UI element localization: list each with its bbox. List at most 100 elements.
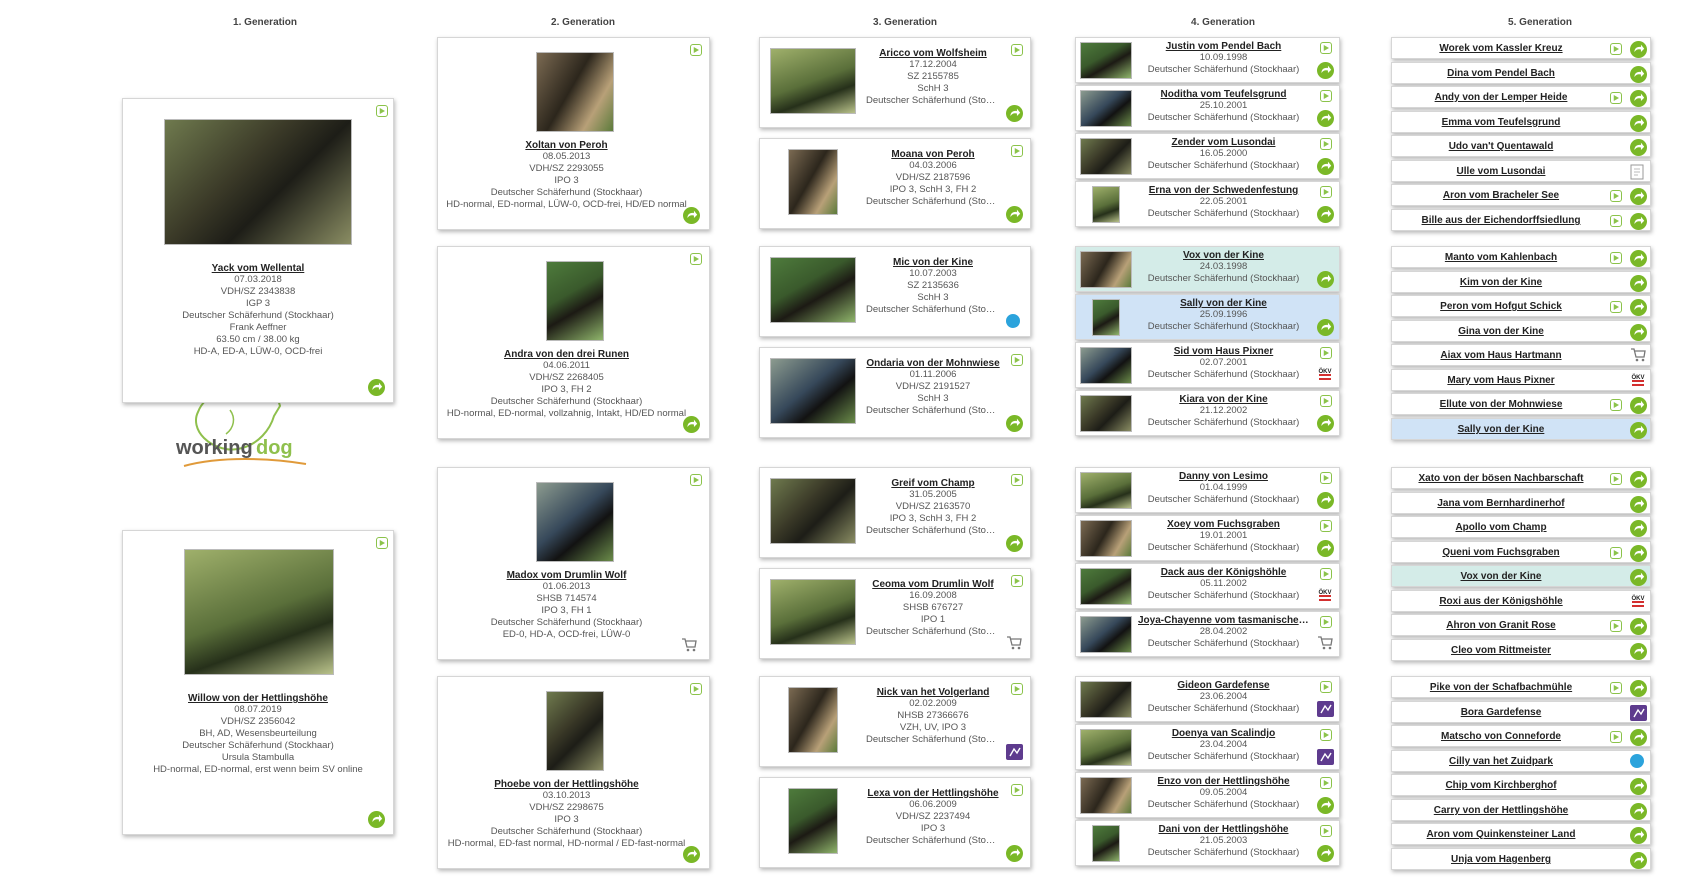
breeder-badge-icon[interactable] [1006, 744, 1023, 760]
dog-name-link[interactable]: Gideon Gardefense [1138, 680, 1309, 691]
dog-row-gen5[interactable]: Jana vom Bernhardinerhof [1391, 492, 1651, 514]
dog-photo[interactable] [545, 691, 604, 771]
more-details-icon[interactable] [1630, 139, 1647, 156]
dog-row-gen5[interactable]: Unja vom Hagenberg [1391, 848, 1651, 870]
more-details-icon[interactable] [1317, 415, 1334, 432]
dog-card-gen2[interactable]: Xoltan von Peroh 08.05.2013 VDH/SZ 2293055… [437, 37, 710, 230]
dog-row-gen5[interactable]: Chip vom Kirchberghof [1391, 774, 1651, 796]
dog-name-link[interactable]: Matscho von Conneforde [1402, 731, 1600, 742]
dog-photo[interactable] [1080, 681, 1132, 718]
dog-row-gen5[interactable]: Worek vom Kassler Kreuz [1391, 37, 1651, 59]
more-details-icon[interactable] [683, 416, 700, 433]
video-play-icon[interactable] [1320, 825, 1332, 837]
video-play-icon[interactable] [1320, 90, 1332, 102]
more-details-icon[interactable] [1630, 618, 1647, 635]
video-play-icon[interactable] [1011, 683, 1023, 695]
club-badge-icon[interactable] [1630, 754, 1644, 768]
dog-photo[interactable] [535, 482, 614, 562]
more-details-icon[interactable] [1317, 206, 1334, 223]
dog-name-link[interactable]: Noditha vom Teufelsgrund [1138, 89, 1309, 100]
dog-card-gen3[interactable]: Nick van het Volgerland 02.02.2009 NHSB 27… [759, 676, 1031, 767]
dog-name-link[interactable]: Ellute von der Mohnwiese [1402, 399, 1600, 410]
dog-name-link[interactable]: Vox von der Kine [1138, 250, 1309, 261]
dog-name-link[interactable]: Erna von der Schwedenfestung [1138, 185, 1309, 196]
dog-row-gen5[interactable]: Emma vom Teufelsgrund [1391, 111, 1651, 133]
document-icon[interactable] [1630, 164, 1644, 180]
more-details-icon[interactable] [1630, 90, 1647, 107]
dog-card-gen4[interactable]: Xoey vom Fuchsgraben 19.01.2001 Deutscher … [1075, 515, 1340, 561]
dog-card-gen4[interactable]: Sid vom Haus Pixner 02.07.2001 Deutscher S… [1075, 342, 1340, 388]
okv-badge-icon[interactable]: ÖKV [1317, 367, 1333, 381]
dog-name-link[interactable]: Emma vom Teufelsgrund [1402, 117, 1600, 128]
more-details-icon[interactable] [1630, 422, 1647, 439]
dog-photo[interactable] [1080, 472, 1132, 509]
more-details-icon[interactable] [1006, 415, 1023, 432]
dog-card-gen4[interactable]: Kiara von der Kine 21.12.2002 Deutscher Sc… [1075, 390, 1340, 436]
dog-name-link[interactable]: Kiara von der Kine [1138, 394, 1309, 405]
dog-name-link[interactable]: Udo van't Quentawald [1402, 141, 1600, 152]
dog-row-gen5[interactable]: Kim von der Kine [1391, 271, 1651, 293]
more-details-icon[interactable] [1630, 827, 1647, 844]
more-details-icon[interactable] [1630, 188, 1647, 205]
more-details-icon[interactable] [1630, 299, 1647, 316]
more-details-icon[interactable] [1630, 643, 1647, 660]
dog-name-link[interactable]: Enzo von der Hettlingshöhe [1138, 776, 1309, 787]
dog-card-gen4[interactable]: Doenya van Scalindjo 23.04.2004 Deutscher … [1075, 724, 1340, 770]
dog-row-gen5[interactable]: Apollo vom Champ [1391, 516, 1651, 538]
video-play-icon[interactable] [376, 537, 388, 549]
more-details-icon[interactable] [1317, 271, 1334, 288]
dog-name-link[interactable]: Dani von der Hettlingshöhe [1138, 824, 1309, 835]
video-play-icon[interactable] [1610, 620, 1622, 632]
dog-card-gen3[interactable]: Moana von Peroh 04.03.2006 VDH/SZ 2187596 I… [759, 138, 1031, 229]
more-details-icon[interactable] [368, 811, 385, 828]
dog-card-gen4[interactable]: Enzo von der Hettlingshöhe 09.05.2004 Deut… [1075, 772, 1340, 818]
dog-photo[interactable] [770, 257, 856, 323]
video-play-icon[interactable] [1320, 681, 1332, 693]
breeder-badge-icon[interactable] [1317, 749, 1334, 765]
dog-photo[interactable] [788, 687, 838, 753]
dog-name-link[interactable]: Gina von der Kine [1402, 326, 1600, 337]
dog-name-link[interactable]: Xoey vom Fuchsgraben [1138, 519, 1309, 530]
more-details-icon[interactable] [1630, 496, 1647, 513]
dog-name-link[interactable]: Sid vom Haus Pixner [1138, 346, 1309, 357]
shop-cart-icon[interactable] [681, 638, 697, 652]
video-play-icon[interactable] [1320, 777, 1332, 789]
more-details-icon[interactable] [1317, 158, 1334, 175]
dog-row-gen5[interactable]: Sally von der Kine [1391, 418, 1651, 440]
dog-row-gen5[interactable]: Matscho von Conneforde [1391, 725, 1651, 747]
dog-name-link[interactable]: Ulle vom Lusondai [1402, 166, 1600, 177]
dog-card-gen3[interactable]: Lexa von der Hettlingshöhe 06.06.2009 VDH/… [759, 777, 1031, 868]
video-play-icon[interactable] [1610, 252, 1622, 264]
dog-row-gen5[interactable]: Udo van't Quentawald [1391, 135, 1651, 157]
dog-name-link[interactable]: Zender vom Lusondai [1138, 137, 1309, 148]
dog-name-link[interactable]: Sally von der Kine [1402, 424, 1600, 435]
more-details-icon[interactable] [1317, 62, 1334, 79]
dog-name-link[interactable]: Andra von den drei Runen [438, 349, 695, 360]
dog-photo[interactable] [1080, 251, 1132, 288]
more-details-icon[interactable] [1317, 492, 1334, 509]
dog-name-link[interactable]: Danny von Lesimo [1138, 471, 1309, 482]
dog-name-link[interactable]: Aiax vom Haus Hartmann [1402, 350, 1600, 361]
dog-row-gen5[interactable]: Mary vom Haus Pixner ÖKV [1391, 369, 1651, 391]
dog-row-gen5[interactable]: Bille aus der Eichendorffsiedlung [1391, 209, 1651, 231]
more-details-icon[interactable] [1630, 213, 1647, 230]
more-details-icon[interactable] [1317, 540, 1334, 557]
dog-name-link[interactable]: Bille aus der Eichendorffsiedlung [1402, 215, 1600, 226]
dog-card-gen4[interactable]: Dani von der Hettlingshöhe 21.05.2003 Deut… [1075, 820, 1340, 866]
okv-badge-icon[interactable]: ÖKV [1630, 373, 1646, 387]
dog-card-gen3[interactable]: Ondaria von der Mohnwiese 01.11.2006 VDH/S… [759, 347, 1031, 438]
video-play-icon[interactable] [1610, 92, 1622, 104]
dog-name-link[interactable]: Aron vom Bracheler See [1402, 190, 1600, 201]
dog-card-gen1[interactable]: Yack vom Wellental 07.03.2018 VDH/SZ 23438… [122, 98, 394, 403]
dog-row-gen5[interactable]: Bora Gardefense [1391, 701, 1651, 723]
dog-name-link[interactable]: Ondaria von der Mohnwiese [866, 358, 1000, 369]
video-play-icon[interactable] [1320, 42, 1332, 54]
dog-photo[interactable] [545, 261, 604, 341]
breeder-badge-icon[interactable] [1317, 701, 1334, 717]
dog-photo[interactable] [1092, 299, 1120, 336]
more-details-icon[interactable] [1317, 845, 1334, 862]
video-play-icon[interactable] [1320, 186, 1332, 198]
breeder-badge-icon[interactable] [1630, 705, 1647, 721]
dog-name-link[interactable]: Joya-Chayenne vom tasmanischen Tiger [1138, 615, 1309, 626]
dog-card-gen4[interactable]: Sally von der Kine 25.09.1996 Deutscher Sc… [1075, 294, 1340, 340]
